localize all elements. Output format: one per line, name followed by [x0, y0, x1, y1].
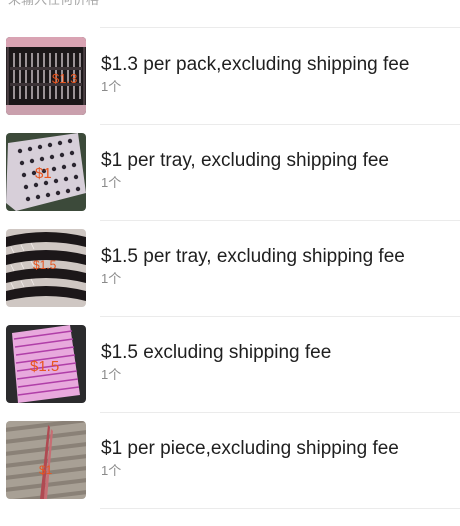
price-overlay: $1.5: [33, 258, 57, 272]
item-title: $1.5 excluding shipping fee: [101, 342, 332, 363]
eyelash-pack-photo-icon: $1.3: [6, 37, 86, 115]
item-title: $1.5 per tray, excluding shipping fee: [101, 246, 405, 267]
lash-tweezer-photo-icon: $1: [6, 421, 86, 499]
price-overlay: $1: [39, 463, 53, 477]
product-list: $1.3 $1.3 per pack,excluding shipping fe…: [0, 28, 460, 509]
item-quantity: 1个: [101, 367, 122, 382]
price-overlay: $1.3: [52, 71, 77, 86]
item-title: $1 per piece,excluding shipping fee: [101, 438, 399, 459]
item-quantity: 1个: [101, 271, 122, 286]
eyelash-strips-photo-icon: $1.5: [6, 229, 86, 307]
list-item[interactable]: $1.3 $1.3 per pack,excluding shipping fe…: [0, 28, 460, 125]
empty-price-hint: 未输入任何价格: [8, 0, 99, 8]
list-item[interactable]: $1 $1 per tray, excluding shipping fee 1…: [0, 124, 460, 221]
list-item[interactable]: $1 $1 per piece,excluding shipping fee 1…: [0, 412, 460, 509]
item-quantity: 1个: [101, 79, 122, 94]
divider: [100, 508, 460, 509]
price-overlay: $1: [35, 165, 52, 182]
item-title: $1.3 per pack,excluding shipping fee: [101, 54, 410, 75]
item-title: $1 per tray, excluding shipping fee: [101, 150, 389, 171]
item-quantity: 1个: [101, 175, 122, 190]
price-overlay: $1.5: [30, 358, 59, 375]
list-item[interactable]: $1.5 $1.5 per tray, excluding shipping f…: [0, 220, 460, 317]
item-quantity: 1个: [101, 463, 122, 478]
list-item[interactable]: $1.5 $1.5 excluding shipping fee 1个: [0, 316, 460, 413]
pink-lash-tray-photo-icon: $1.5: [6, 325, 86, 403]
eyelash-tray-photo-icon: $1: [6, 133, 86, 211]
